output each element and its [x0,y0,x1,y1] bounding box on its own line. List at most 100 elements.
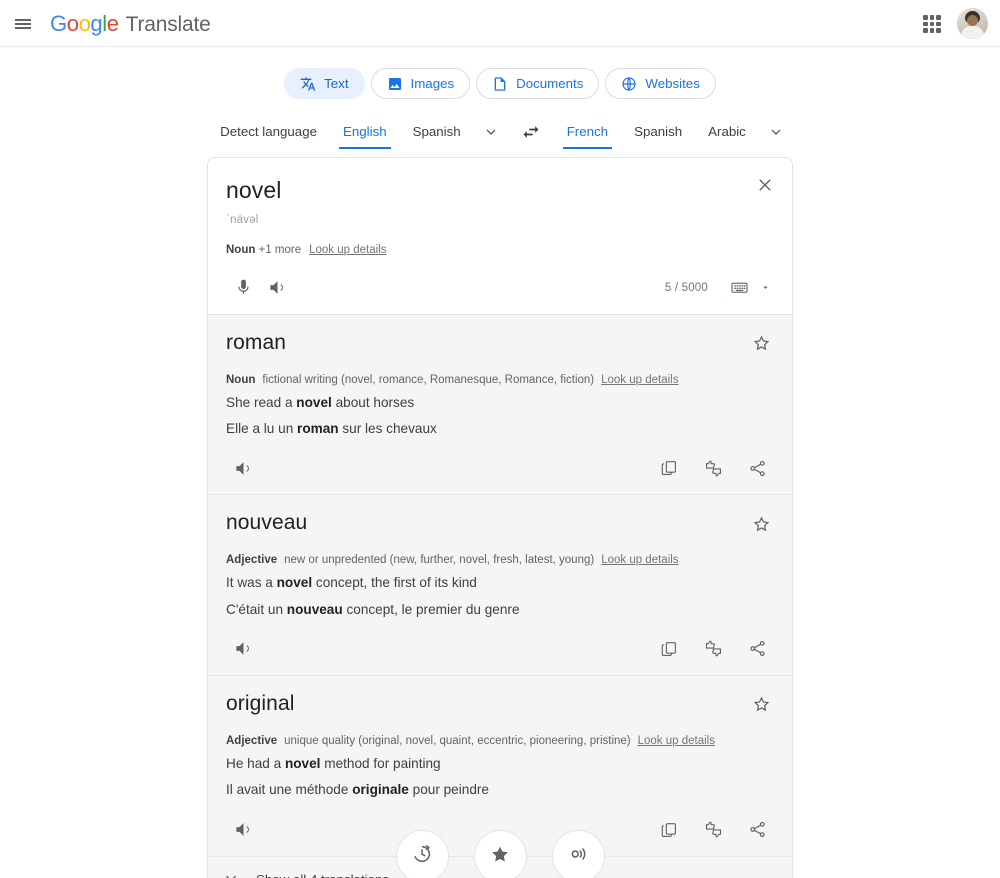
example-source-post: about horses [332,395,414,410]
chevron-down-icon-target[interactable] [759,115,793,149]
hamburger-menu-icon[interactable] [8,9,38,39]
apps-dot [936,28,941,33]
mode-tabs: Text Images Documents Websites [0,47,1000,99]
speaker-icon-translation[interactable] [226,451,260,485]
thumbs-rating-icon[interactable] [696,632,730,666]
contribute-button[interactable] [552,830,605,878]
speaker-icon-translation[interactable] [226,632,260,666]
brand-logo[interactable]: Google Translate [50,11,211,37]
target-lang-spanish[interactable]: Spanish [621,115,695,149]
apps-dot [936,15,941,20]
menu-bar [15,27,31,29]
avatar[interactable] [957,8,988,39]
translation-meta: Noun fictional writing (novel, romance, … [226,374,774,386]
avatar-face [967,15,978,26]
source-language-group: Detect language English Spanish [207,115,508,149]
language-bar: Detect language English Spanish French S… [0,115,1000,149]
menu-bar [15,19,31,21]
source-lang-english[interactable]: English [330,115,400,149]
example-source: She read a novel about horses [226,393,774,412]
translation-card: roman Noun fictional writing (novel, rom… [208,314,792,495]
share-icon[interactable] [740,632,774,666]
close-icon[interactable] [752,172,778,198]
source-text-input[interactable]: novel [226,176,774,205]
share-icon[interactable] [740,451,774,485]
apps-dot [923,22,928,27]
example-source-bold: novel [277,575,313,590]
example-target-bold: originale [352,782,409,797]
logo-letter-o2: o [79,11,91,36]
tab-documents[interactable]: Documents [476,68,599,99]
target-language-group: French Spanish Arabic [554,115,793,149]
tab-text[interactable]: Text [284,68,364,99]
google-translate-page: Google Translate Text Images [0,0,1000,878]
source-lang-detect[interactable]: Detect language [207,115,330,149]
keyboard-icon[interactable] [722,271,756,305]
translation-pos: Adjective [226,735,277,747]
app-header: Google Translate [0,0,1000,47]
avatar-body [961,26,984,39]
image-icon [387,76,403,92]
logo-letter-e: e [107,11,119,36]
apps-dot [930,15,935,20]
apps-dot [923,15,928,20]
tab-websites[interactable]: Websites [605,68,715,99]
logo-letter-G: G [50,11,67,36]
microphone-icon[interactable] [226,271,260,305]
google-wordmark: Google [50,11,119,37]
target-lang-arabic[interactable]: Arabic [695,115,759,149]
tab-images[interactable]: Images [371,68,471,99]
chevron-down-icon-source[interactable] [474,115,508,149]
apps-dot [930,22,935,27]
swap-languages-icon[interactable] [508,115,554,149]
translation-card: original Adjective unique quality (origi… [208,675,792,856]
copy-icon[interactable] [652,632,686,666]
translation-lookup-link[interactable]: Look up details [601,374,678,386]
copy-icon[interactable] [652,451,686,485]
target-lang-french[interactable]: French [554,115,621,149]
example-target: Il avait une méthode originale pour pein… [226,780,774,799]
speaker-icon-source[interactable] [260,271,294,305]
translation-lookup-link[interactable]: Look up details [638,735,715,747]
example-target-pre: Il avait une méthode [226,782,352,797]
source-phonetic: ˈnävəl [226,214,774,226]
translation-right-actions [652,451,774,485]
example-target: C'était un nouveau concept, le premier d… [226,600,774,619]
translation-meta: Adjective unique quality (original, nove… [226,735,774,747]
example-target-pre: C'était un [226,602,287,617]
star-icon[interactable] [746,690,776,720]
star-icon[interactable] [746,329,776,359]
translation-pos: Adjective [226,554,277,566]
translation-word: nouveau [226,511,774,535]
translation-pos: Noun [226,374,255,386]
chevron-down-icon-keyboard[interactable] [756,274,774,302]
translation-meta: Adjective new or unpredented (new, furth… [226,554,774,566]
translation-lookup-link[interactable]: Look up details [601,554,678,566]
source-pos-row: Noun +1 more Look up details [226,244,774,256]
example-source-post: concept, the first of its kind [312,575,477,590]
apps-grid-icon[interactable] [917,9,947,39]
source-actions: 5 / 5000 [226,270,774,306]
tab-websites-label: Websites [645,76,699,91]
source-pos: Noun +1 more [226,244,301,256]
translate-icon [300,76,316,92]
translation-word: roman [226,331,774,355]
thumbs-rating-icon[interactable] [696,451,730,485]
saved-button[interactable] [474,830,527,878]
source-lang-spanish[interactable]: Spanish [400,115,474,149]
translation-word: original [226,692,774,716]
example-target-pre: Elle a lu un [226,421,297,436]
apps-dot [936,22,941,27]
character-counter: 5 / 5000 [665,282,708,294]
example-source-post: method for painting [320,756,440,771]
apps-dot [923,28,928,33]
logo-letter-g: g [90,11,102,36]
source-lookup-link[interactable]: Look up details [309,244,386,256]
example-source-bold: novel [296,395,332,410]
app-title: Translate [126,13,211,37]
example-target-bold: nouveau [287,602,343,617]
source-pos-label: Noun [226,244,255,256]
history-button[interactable] [396,830,449,878]
translation-panel: novel ˈnävəl Noun +1 more Look up detail… [207,157,793,878]
translation-right-actions [652,632,774,666]
